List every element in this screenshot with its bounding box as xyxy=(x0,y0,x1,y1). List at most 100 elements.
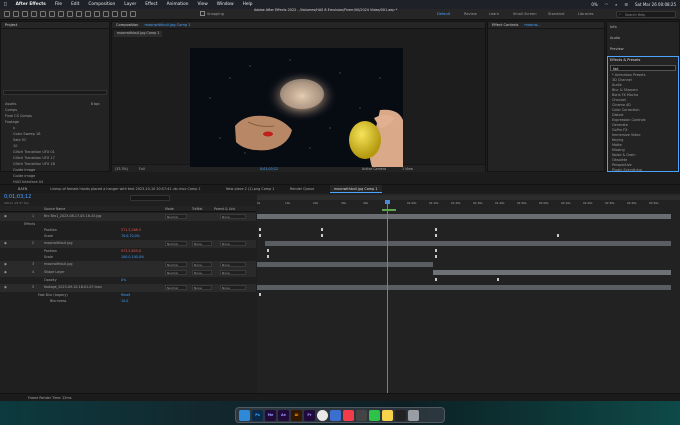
effects-category[interactable]: Boris FX Mocha xyxy=(612,93,638,97)
keyframe[interactable] xyxy=(259,293,261,296)
pen-tool-icon[interactable] xyxy=(76,11,82,17)
resolution-dropdown[interactable]: Full xyxy=(139,167,145,171)
property-value[interactable]: 973.5,659.0 xyxy=(121,249,141,253)
project-item[interactable]: x xyxy=(13,126,15,130)
workspace-learn[interactable]: Learn xyxy=(489,12,499,16)
property-value[interactable]: 0% xyxy=(121,278,126,282)
effects-category[interactable]: Cinema 4D xyxy=(612,103,631,107)
preview-panel-tab[interactable]: Preview xyxy=(610,47,624,51)
workspace-default[interactable]: Default xyxy=(437,12,450,16)
menu-view[interactable]: View xyxy=(198,2,208,7)
notes-icon[interactable] xyxy=(382,409,393,421)
apple-icon[interactable]:  xyxy=(4,2,7,7)
project-item[interactable]: Guide image xyxy=(13,168,35,172)
project-item[interactable]: Sale 01 xyxy=(13,138,26,142)
layer-property-row[interactable]: Blurriness 10.0 xyxy=(0,298,256,306)
audio-panel-tab[interactable]: Audio xyxy=(610,36,620,40)
selection-tool-icon[interactable] xyxy=(13,11,19,17)
composition-panel-tab[interactable]: Composition moonwithbull.jpg Comp 1 xyxy=(112,22,485,29)
visibility-eye-icon[interactable]: ◉ xyxy=(4,262,7,266)
effects-category[interactable]: Obsolete xyxy=(612,158,627,162)
timeline-tab[interactable]: BAEN xyxy=(14,185,31,193)
menu-layer[interactable]: Layer xyxy=(124,2,136,7)
timeline-tab[interactable]: Render Queue xyxy=(286,185,318,193)
keyframe[interactable] xyxy=(435,249,437,252)
workspace-standard[interactable]: Standard xyxy=(548,12,564,16)
chrome-icon[interactable] xyxy=(317,409,328,421)
snapping-checkbox[interactable] xyxy=(200,11,205,16)
project-item[interactable]: Assets xyxy=(5,102,16,106)
property-value[interactable]: 70.0,70.0% xyxy=(121,234,140,238)
effects-group-label[interactable]: Effects xyxy=(24,222,35,226)
effects-category[interactable]: Expression Controls xyxy=(612,118,646,122)
keyframe[interactable] xyxy=(435,234,437,237)
col-source-name[interactable]: Source Name xyxy=(44,207,65,211)
effects-category[interactable]: Generate xyxy=(612,123,628,127)
layer-mode-dropdown[interactable]: Normal xyxy=(165,262,187,267)
effects-category[interactable]: Noise & Grain xyxy=(612,153,635,157)
layer-name[interactable]: Bro Bro1_2023-08-17-05-16-43.jpg xyxy=(44,214,101,218)
workspace-libraries[interactable]: Libraries xyxy=(578,12,594,16)
layer-marker[interactable] xyxy=(382,209,396,211)
files-icon[interactable] xyxy=(330,409,341,421)
layer-name[interactable]: Shape Layer xyxy=(44,270,65,274)
layer-parent-dropdown[interactable]: None xyxy=(220,270,246,275)
layer-trkmat-dropdown[interactable]: None xyxy=(192,270,212,275)
info-panel-tab[interactable]: Info xyxy=(610,25,617,29)
layer-mode-dropdown[interactable]: Normal xyxy=(165,270,187,275)
keyframe[interactable] xyxy=(259,234,261,237)
timeline-tab-active[interactable]: moonwithbull.jpg Comp 1 xyxy=(330,185,382,193)
visibility-eye-icon[interactable]: ◉ xyxy=(4,214,7,218)
keyframe[interactable] xyxy=(259,228,261,231)
layer-duration-bar[interactable] xyxy=(257,285,671,290)
keyframe[interactable] xyxy=(497,278,499,281)
layer-name[interactable]: moonwithbull.jpg xyxy=(44,241,73,245)
effects-category[interactable]: 3D Channel xyxy=(612,78,632,82)
menu-animation[interactable]: Animation xyxy=(167,2,189,7)
effect-controls-tab[interactable]: Effect Controls moonw... xyxy=(488,22,604,29)
layer-parent-dropdown[interactable]: None xyxy=(220,262,246,267)
roto-tool-icon[interactable] xyxy=(121,11,127,17)
effects-category[interactable]: * Animation Presets xyxy=(612,73,645,77)
visibility-eye-icon[interactable]: ◉ xyxy=(4,285,7,289)
layer-trkmat-dropdown[interactable]: None xyxy=(192,241,212,246)
project-search-input[interactable] xyxy=(3,90,107,95)
layer-row[interactable]: ◉ 3 moonwithbull.jpg Normal None None xyxy=(0,261,256,269)
comp-timecode[interactable]: 0;01;03;12 xyxy=(260,167,278,171)
search-help-input[interactable]: ⌕ Search Help xyxy=(616,11,676,18)
effects-category[interactable]: Missing xyxy=(612,148,625,152)
menu-effect[interactable]: Effect xyxy=(145,2,157,7)
layer-duration-bar[interactable] xyxy=(257,262,433,267)
col-mode[interactable]: Mode xyxy=(165,207,174,211)
timeline-tab[interactable]: Lineup of female hands placed a hanger w… xyxy=(46,185,222,193)
effects-category[interactable]: Audio xyxy=(612,83,622,87)
keyframe[interactable] xyxy=(321,228,323,231)
project-item[interactable]: Glitch Transition UFX 01 xyxy=(13,150,55,154)
effects-category[interactable]: Blur & Sharpen xyxy=(612,88,638,92)
project-panel-tab[interactable]: Project xyxy=(1,22,109,29)
effects-category[interactable]: Keying xyxy=(612,138,623,142)
dock-app-me[interactable]: Me xyxy=(265,409,276,421)
menu-edit[interactable]: Edit xyxy=(71,2,79,7)
puppet-tool-icon[interactable] xyxy=(130,11,136,17)
zoom-tool-icon[interactable] xyxy=(31,11,37,17)
visibility-eye-icon[interactable]: ◉ xyxy=(4,270,7,274)
effects-category[interactable]: Matte xyxy=(612,143,622,147)
project-item[interactable]: 10 xyxy=(13,144,17,148)
effects-category[interactable]: Immersive Video xyxy=(612,133,640,137)
project-item[interactable]: Comps xyxy=(5,108,17,112)
brush-tool-icon[interactable] xyxy=(94,11,100,17)
hand-tool-icon[interactable] xyxy=(22,11,28,17)
timeline-tab[interactable]: New piece 2 (1).png Comp 1 xyxy=(222,185,278,193)
type-tool-icon[interactable] xyxy=(85,11,91,17)
views-dropdown[interactable]: 1 View xyxy=(402,167,413,171)
music-icon[interactable] xyxy=(343,409,354,421)
layer-name[interactable]: footage_2023-09-10-16-01-07.mov xyxy=(44,285,102,289)
col-parent[interactable]: Parent & Link xyxy=(214,207,235,211)
workspace-small-screen[interactable]: Small Screen xyxy=(513,12,536,16)
rotate-tool-icon[interactable] xyxy=(40,11,46,17)
camera-dropdown[interactable]: Active Camera xyxy=(362,167,386,171)
control-center-icon[interactable]: ☰ xyxy=(624,2,628,7)
property-value[interactable]: 100.0,100.0% xyxy=(121,255,144,259)
layer-mode-dropdown[interactable]: Normal xyxy=(165,285,187,290)
